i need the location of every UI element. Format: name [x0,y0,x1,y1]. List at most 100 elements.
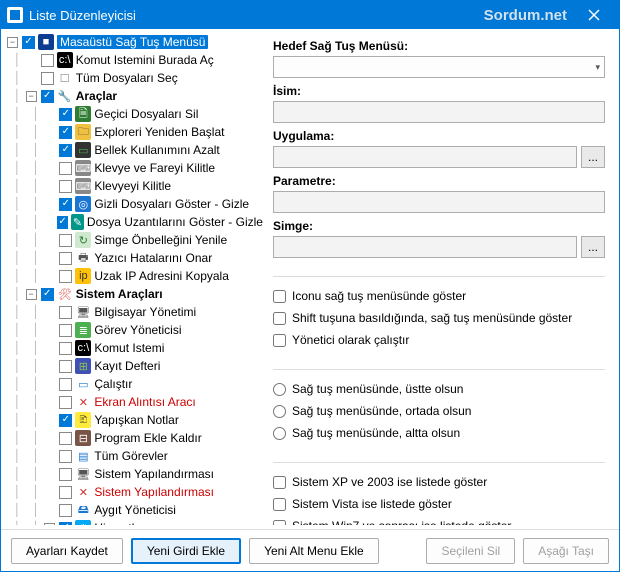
chk-os-vista[interactable] [273,498,286,511]
target-menu-combo[interactable]: ▾ [273,56,605,78]
tree-checkbox[interactable] [59,198,72,211]
tree-item[interactable]: │ │ ⌨Klevyeyi Kilitle [7,177,263,195]
target-menu-label: Hedef Sağ Tuş Menüsü: [273,39,605,53]
tree-checkbox[interactable] [59,270,72,283]
tree-checkbox[interactable] [59,252,72,265]
tree-checkbox[interactable] [59,324,72,337]
tree-checkbox[interactable] [41,72,54,85]
tree-checkbox[interactable] [59,126,72,139]
tree-item-label: Ekran Alıntısı Aracı [94,395,195,409]
tree-item[interactable]: │ │ ⊞Kayıt Defteri [7,357,263,375]
chk-icon-show[interactable] [273,290,286,303]
tree-item[interactable]: │ −🛠Sistem Araçları [7,285,263,303]
save-button[interactable]: Ayarları Kaydet [11,538,123,564]
app-input[interactable] [273,146,577,168]
chk-os-xp[interactable] [273,476,286,489]
tree-checkbox[interactable] [41,54,54,67]
expand-icon[interactable]: + [44,523,55,526]
tree-item[interactable]: −■Masaüstü Sağ Tuş Menüsü [7,33,263,51]
tree-item-icon: ⌨ [75,178,91,194]
tree-checkbox[interactable] [59,378,72,391]
tree-spacer [44,307,55,318]
tree-item[interactable]: │ │ 🗎Geçici Dosyaları Sil [7,105,263,123]
tree-item-label: Masaüstü Sağ Tuş Menüsü [57,35,208,49]
radio-pos-top-label: Sağ tuş menüsünde, üstte olsun [292,382,463,396]
tree-item[interactable]: │ │ ⌨Klevye ve Fareyi Kilitle [7,159,263,177]
chk-shift[interactable] [273,312,286,325]
tree-item[interactable]: │ │ ipUzak IP Adresini Kopyala [7,267,263,285]
tree-checkbox[interactable] [59,144,72,157]
collapse-icon[interactable]: − [26,91,37,102]
collapse-icon[interactable]: − [26,289,37,300]
tree-spacer [44,451,55,462]
tree-item[interactable]: │ │ c:\Komut Istemi [7,339,263,357]
tree-item-label: Komut Istemini Burada Aç [76,53,214,67]
icon-input[interactable] [273,236,577,258]
tree-checkbox[interactable] [59,108,72,121]
tree-item[interactable]: │ │ ↻Simge Önbelleğini Yenile [7,231,263,249]
radio-pos-top[interactable] [273,383,286,396]
tree-item[interactable]: │ │ 🗀Exploreri Yeniden Başlat [7,123,263,141]
move-down-button[interactable]: Aşağı Taşı [523,538,609,564]
chk-os-win7[interactable] [273,520,286,526]
new-submenu-button[interactable]: Yeni Alt Menu Ekle [249,538,379,564]
tree-panel[interactable]: −■Masaüstü Sağ Tuş Menüsü │ c:\Komut Ist… [5,33,263,525]
tree-checkbox[interactable] [57,216,68,229]
tree-item[interactable]: │ │ ▭Bellek Kullanımını Azalt [7,141,263,159]
tree-checkbox[interactable] [59,180,72,193]
tree-checkbox[interactable] [59,306,72,319]
tree-item-label: Geçici Dosyaları Sil [94,107,198,121]
tree-item[interactable]: │ │ 🖶Yazıcı Hatalarını Onar [7,249,263,267]
tree-item[interactable]: │ −🔧Araçlar [7,87,263,105]
tree-item-icon: ⌨ [75,160,91,176]
tree-item[interactable]: │ │ 🖴Aygıt Yöneticisi [7,501,263,519]
tree-checkbox[interactable] [59,414,72,427]
icon-browse-button[interactable]: ... [581,236,605,258]
app-browse-button[interactable]: ... [581,146,605,168]
radio-pos-bot[interactable] [273,427,286,440]
tree-item[interactable]: │ │ +⚙Hizmetler [7,519,263,525]
tree-checkbox[interactable] [22,36,35,49]
tree-item[interactable]: │ │ ⊟Program Ekle Kaldır [7,429,263,447]
tree-checkbox[interactable] [59,342,72,355]
tree-item-label: Sistem Araçları [76,287,163,301]
tree-item[interactable]: │ │ ✎Dosya Uzantılarını Göster - Gizle [7,213,263,231]
tree-item[interactable]: │ │ ▤Tüm Görevler [7,447,263,465]
new-entry-button[interactable]: Yeni Girdi Ekle [131,538,241,564]
tree-spacer [26,55,37,66]
tree-item[interactable]: │ │ ✕Sistem Yapılandırması [7,483,263,501]
tree-checkbox[interactable] [59,162,72,175]
close-icon [588,9,600,21]
tree-checkbox[interactable] [59,360,72,373]
tree-checkbox[interactable] [59,522,72,526]
tree-item[interactable]: │ ☐Tüm Dosyaları Seç [7,69,263,87]
tree-checkbox[interactable] [41,90,54,103]
tree-checkbox[interactable] [59,504,72,517]
tree-item[interactable]: │ │ 🖥Sistem Yapılandırması [7,465,263,483]
tree-checkbox[interactable] [59,432,72,445]
tree-item[interactable]: │ │ ✕Ekran Alıntısı Aracı [7,393,263,411]
tree-item[interactable]: │ │ ≣Görev Yöneticisi [7,321,263,339]
tree-checkbox[interactable] [59,234,72,247]
tree-item-label: Program Ekle Kaldır [94,431,201,445]
tree-checkbox[interactable] [59,450,72,463]
tree-checkbox[interactable] [59,468,72,481]
chk-admin[interactable] [273,334,286,347]
tree-checkbox[interactable] [59,486,72,499]
tree-item[interactable]: │ │ ◎Gizli Dosyaları Göster - Gizle [7,195,263,213]
collapse-icon[interactable]: − [7,37,18,48]
tree-checkbox[interactable] [59,396,72,409]
radio-pos-mid[interactable] [273,405,286,418]
tree-item-icon: ✕ [75,484,91,500]
name-input[interactable] [273,101,605,123]
tree-item[interactable]: │ │ ▭Çalıştır [7,375,263,393]
tree-item-label: Gizli Dosyaları Göster - Gizle [94,197,249,211]
tree-checkbox[interactable] [41,288,54,301]
param-input[interactable] [273,191,605,213]
tree-item[interactable]: │ │ 🖥Bilgisayar Yönetimi [7,303,263,321]
delete-button[interactable]: Seçileni Sil [426,538,515,564]
tree-item[interactable]: │ │ 🗈Yapışkan Notlar [7,411,263,429]
tree-item[interactable]: │ c:\Komut Istemini Burada Aç [7,51,263,69]
tree-item-icon: ▭ [75,142,91,158]
close-button[interactable] [575,1,613,29]
